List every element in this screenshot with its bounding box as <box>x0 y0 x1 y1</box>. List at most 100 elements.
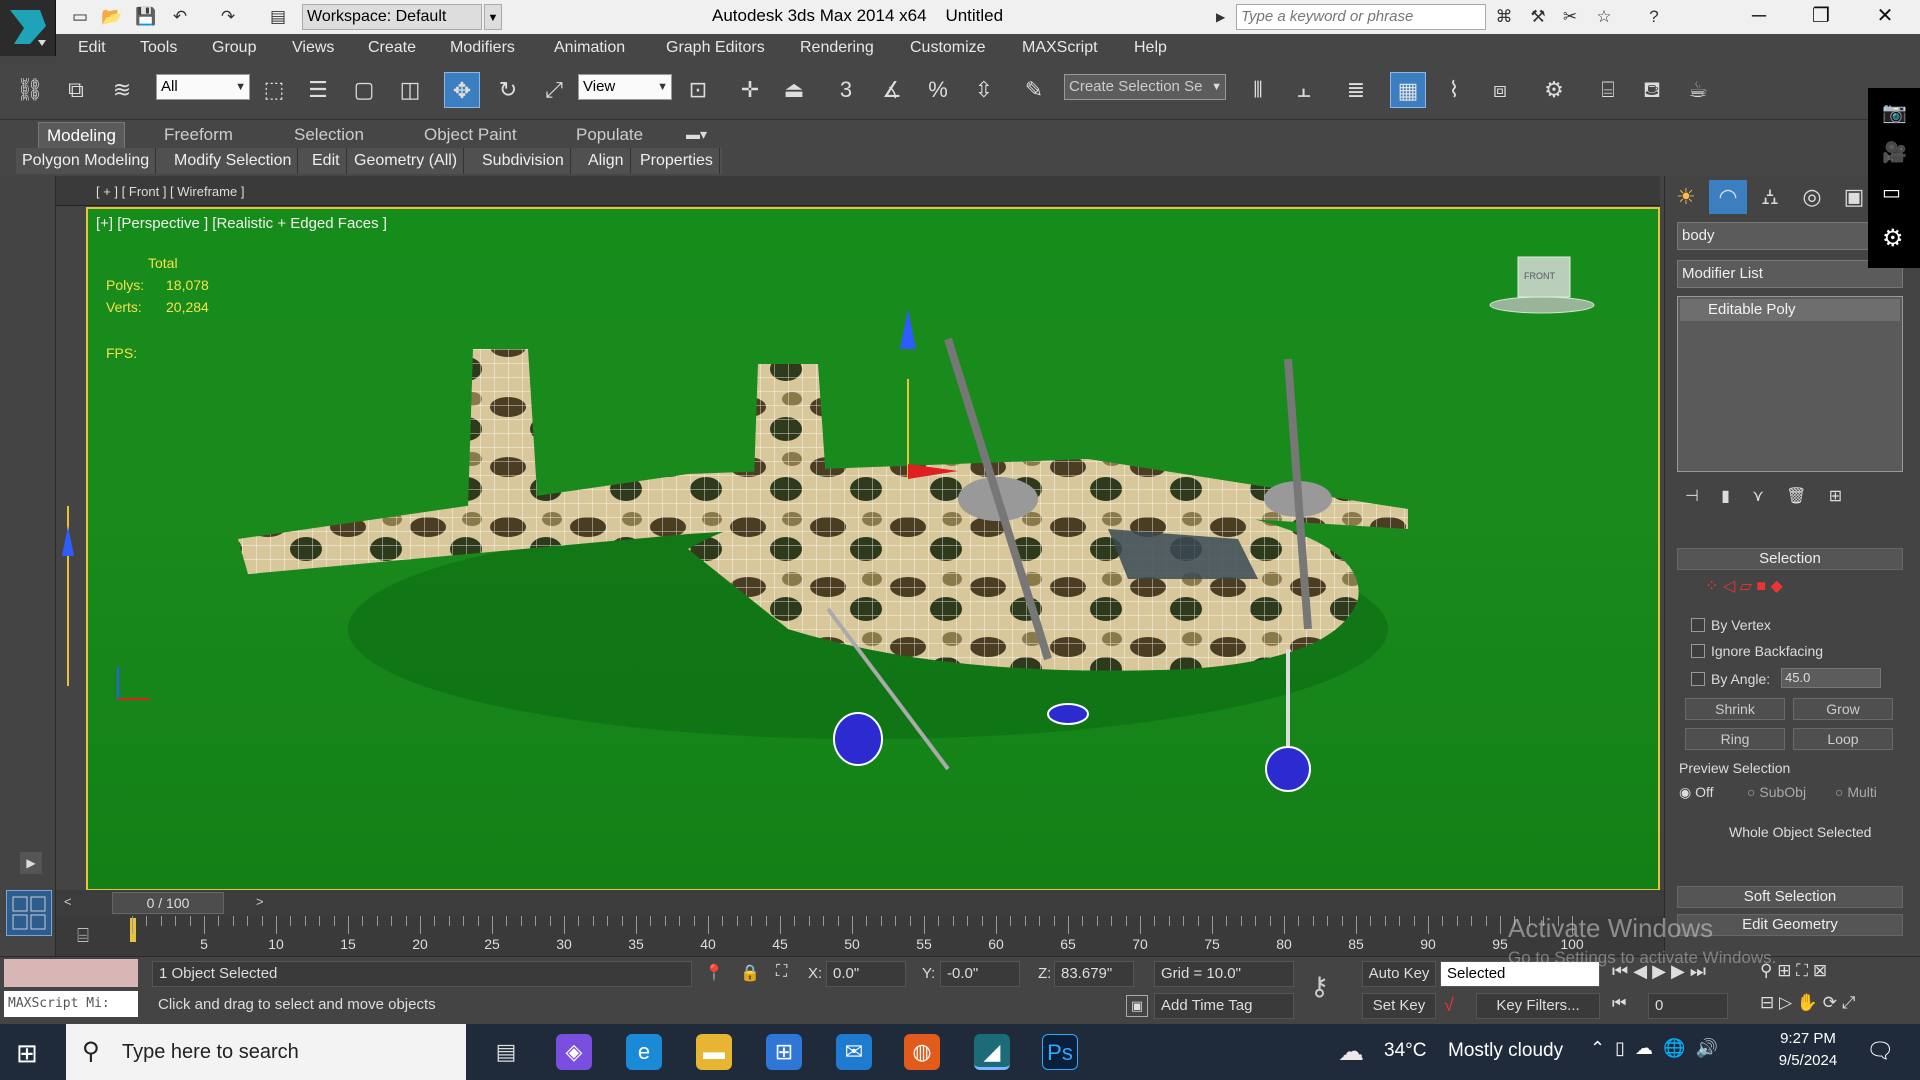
windows-start-icon[interactable]: ⊞ <box>16 1038 38 1069</box>
loop-button[interactable]: Loop <box>1793 728 1893 750</box>
microsoft-store-icon[interactable]: ⊞ <box>766 1034 802 1070</box>
set-key-button[interactable]: Set Key <box>1362 993 1436 1019</box>
help-icon[interactable]: ? <box>1642 5 1666 29</box>
absolute-mode-icon[interactable]: ⛶ <box>776 963 787 981</box>
by-vertex-checkbox[interactable] <box>1691 618 1705 632</box>
auto-key-button[interactable]: Auto Key <box>1362 961 1436 987</box>
pivot-center-icon[interactable]: ⊡ <box>680 72 716 108</box>
key-mode-icon[interactable]: ⏮ <box>1612 995 1626 1013</box>
spinner-snap-icon[interactable]: ⇳ <box>966 72 1002 108</box>
maxscript-listener-output[interactable] <box>4 959 138 987</box>
render-setup-icon[interactable]: ⌸ <box>1590 72 1626 108</box>
time-slider-thumb[interactable]: 0 / 100 <box>112 892 224 914</box>
menu-create[interactable]: Create <box>368 39 416 57</box>
remove-modifier-icon[interactable]: 🗑 <box>1786 488 1806 505</box>
tab-selection[interactable]: Selection <box>286 122 372 148</box>
menu-customize[interactable]: Customize <box>910 39 986 57</box>
new-file-icon[interactable]: ▭ <box>68 5 92 29</box>
zoom-extents-all-icon[interactable]: ⊠ <box>1813 961 1827 980</box>
undo-icon[interactable]: ↶ <box>168 5 192 29</box>
maxscript-mini-listener[interactable]: MAXScript Mi: <box>4 991 138 1017</box>
bind-space-warp-icon[interactable]: ≋ <box>104 72 140 108</box>
menu-modifiers[interactable]: Modifiers <box>450 39 515 57</box>
layer-manager-icon[interactable]: ≣ <box>1338 72 1374 108</box>
motion-tab-icon[interactable]: ◎ <box>1793 180 1831 214</box>
file-explorer-icon[interactable]: ▬ <box>696 1034 732 1070</box>
track-bar[interactable]: ⌸ 5 10 15 20 25 30 35 40 45 50 55 60 65 70 75 80 85 90 95 1… <box>56 916 1664 956</box>
menu-maxscript[interactable]: MAXScript <box>1022 39 1098 57</box>
favorites-star-icon[interactable]: ☆ <box>1592 5 1616 29</box>
viewport-layouts-icon[interactable] <box>6 890 52 936</box>
select-and-link-icon[interactable]: ⛓ <box>12 72 48 108</box>
snaps-toggle-icon[interactable]: 3 <box>828 72 864 108</box>
keyboard-shortcut-override-icon[interactable]: ⏏ <box>776 72 812 108</box>
preview-multi-radio[interactable]: ○ Multi <box>1835 784 1877 800</box>
mail-icon[interactable]: ✉ <box>836 1034 872 1070</box>
graphite-toggle-icon[interactable]: ▦ <box>1390 72 1426 108</box>
select-object-icon[interactable]: ⬚ <box>256 72 292 108</box>
zoom-all-icon[interactable]: ⊞ <box>1777 961 1791 980</box>
modify-tab-icon[interactable]: ◠ <box>1709 180 1747 214</box>
named-selection-set-select[interactable]: Create Selection Se ▼ <box>1064 74 1226 100</box>
select-and-scale-icon[interactable]: ⤢ <box>536 72 572 108</box>
weather-cloud-icon[interactable]: ☁ <box>1338 1036 1364 1067</box>
reference-coordinate-select[interactable]: View ▼ <box>578 74 672 100</box>
panel-properties[interactable]: Properties <box>634 148 720 174</box>
copilot-icon[interactable]: ◈ <box>556 1034 592 1070</box>
frame-config-icon[interactable]: ⊟ <box>1760 993 1774 1012</box>
time-tag-icon[interactable]: ▣ <box>1126 995 1148 1017</box>
firefox-icon[interactable]: ◍ <box>904 1034 940 1070</box>
create-tab-icon[interactable]: ☀ <box>1667 180 1705 214</box>
task-view-icon[interactable]: ▤ <box>488 1034 524 1070</box>
panel-subdivision[interactable]: Subdivision <box>476 148 571 174</box>
binoculars-icon[interactable]: ⌘ <box>1492 5 1516 29</box>
tab-freeform[interactable]: Freeform <box>156 122 241 148</box>
edge-icon[interactable]: e <box>626 1034 662 1070</box>
add-time-tag-button[interactable]: Add Time Tag <box>1154 993 1294 1019</box>
weather-condition[interactable]: Mostly cloudy <box>1448 1040 1563 1062</box>
show-end-result-icon[interactable]: ▮ <box>1721 488 1730 505</box>
by-angle-input[interactable]: 45.0 <box>1781 668 1881 688</box>
angle-snap-icon[interactable]: ∡ <box>874 72 910 108</box>
front-viewport-strip[interactable]: [ + ] [ Front ] [ Wireframe ] <box>56 176 1660 206</box>
ribbon-options-icon[interactable]: ▬▾ <box>686 126 707 143</box>
notifications-icon[interactable]: 🗨 <box>1866 1038 1894 1064</box>
rectangular-selection-icon[interactable]: ▢ <box>346 72 382 108</box>
y-coord-input[interactable]: -0.0" <box>940 961 1020 987</box>
perspective-viewport[interactable]: [+] [Perspective ] [Realistic + Edged Fa… <box>86 207 1660 891</box>
photoshop-icon[interactable]: Ps <box>1042 1034 1078 1070</box>
preview-subobj-radio[interactable]: ○ SubObj <box>1747 784 1806 800</box>
chevron-down-icon[interactable]: ▼ <box>484 4 502 30</box>
rendered-frame-window-icon[interactable]: ⛾ <box>1634 72 1670 108</box>
select-and-manipulate-icon[interactable]: ✛ <box>732 72 768 108</box>
weather-temperature[interactable]: 34°C <box>1384 1040 1426 1062</box>
camera-icon[interactable]: 📷 <box>1882 100 1907 125</box>
menu-group[interactable]: Group <box>212 39 256 57</box>
open-file-icon[interactable]: 📂 <box>100 5 124 29</box>
stack-item-editable-poly[interactable]: Editable Poly <box>1680 299 1900 321</box>
viewcube-label[interactable]: FRONT <box>1524 271 1555 281</box>
clock-date[interactable]: 9/5/2024 <box>1766 1052 1850 1069</box>
pan-view-icon[interactable]: ✋ <box>1797 993 1818 1012</box>
airplane-model[interactable] <box>88 209 1658 889</box>
z-coord-input[interactable]: 83.679" <box>1054 961 1134 987</box>
redo-icon[interactable]: ↷ <box>216 5 240 29</box>
select-by-name-icon[interactable]: ☰ <box>300 72 336 108</box>
menu-animation[interactable]: Animation <box>554 39 625 57</box>
make-unique-icon[interactable]: ⋎ <box>1752 488 1764 505</box>
time-prev-icon[interactable]: < <box>64 894 72 909</box>
close-button[interactable]: ✕ <box>1858 0 1912 34</box>
tab-populate[interactable]: Populate <box>568 122 651 148</box>
panel-polygon-modeling[interactable]: Polygon Modeling <box>16 148 157 174</box>
minimize-button[interactable]: ─ <box>1732 0 1786 34</box>
key-filter-curve-icon[interactable]: √ <box>1444 995 1454 1016</box>
panel-align[interactable]: Align <box>582 148 631 174</box>
grow-button[interactable]: Grow <box>1793 698 1893 720</box>
unlink-selection-icon[interactable]: ⧉ <box>58 72 94 108</box>
globe-icon[interactable]: 🌐 <box>1663 1038 1685 1058</box>
menu-help[interactable]: Help <box>1134 39 1167 57</box>
selection-rollout-header[interactable]: Selection <box>1677 548 1903 570</box>
app-logo-button[interactable] <box>0 0 56 56</box>
project-folder-icon[interactable]: ▤ <box>266 5 290 29</box>
window-icon[interactable]: ▭ <box>1882 180 1901 205</box>
